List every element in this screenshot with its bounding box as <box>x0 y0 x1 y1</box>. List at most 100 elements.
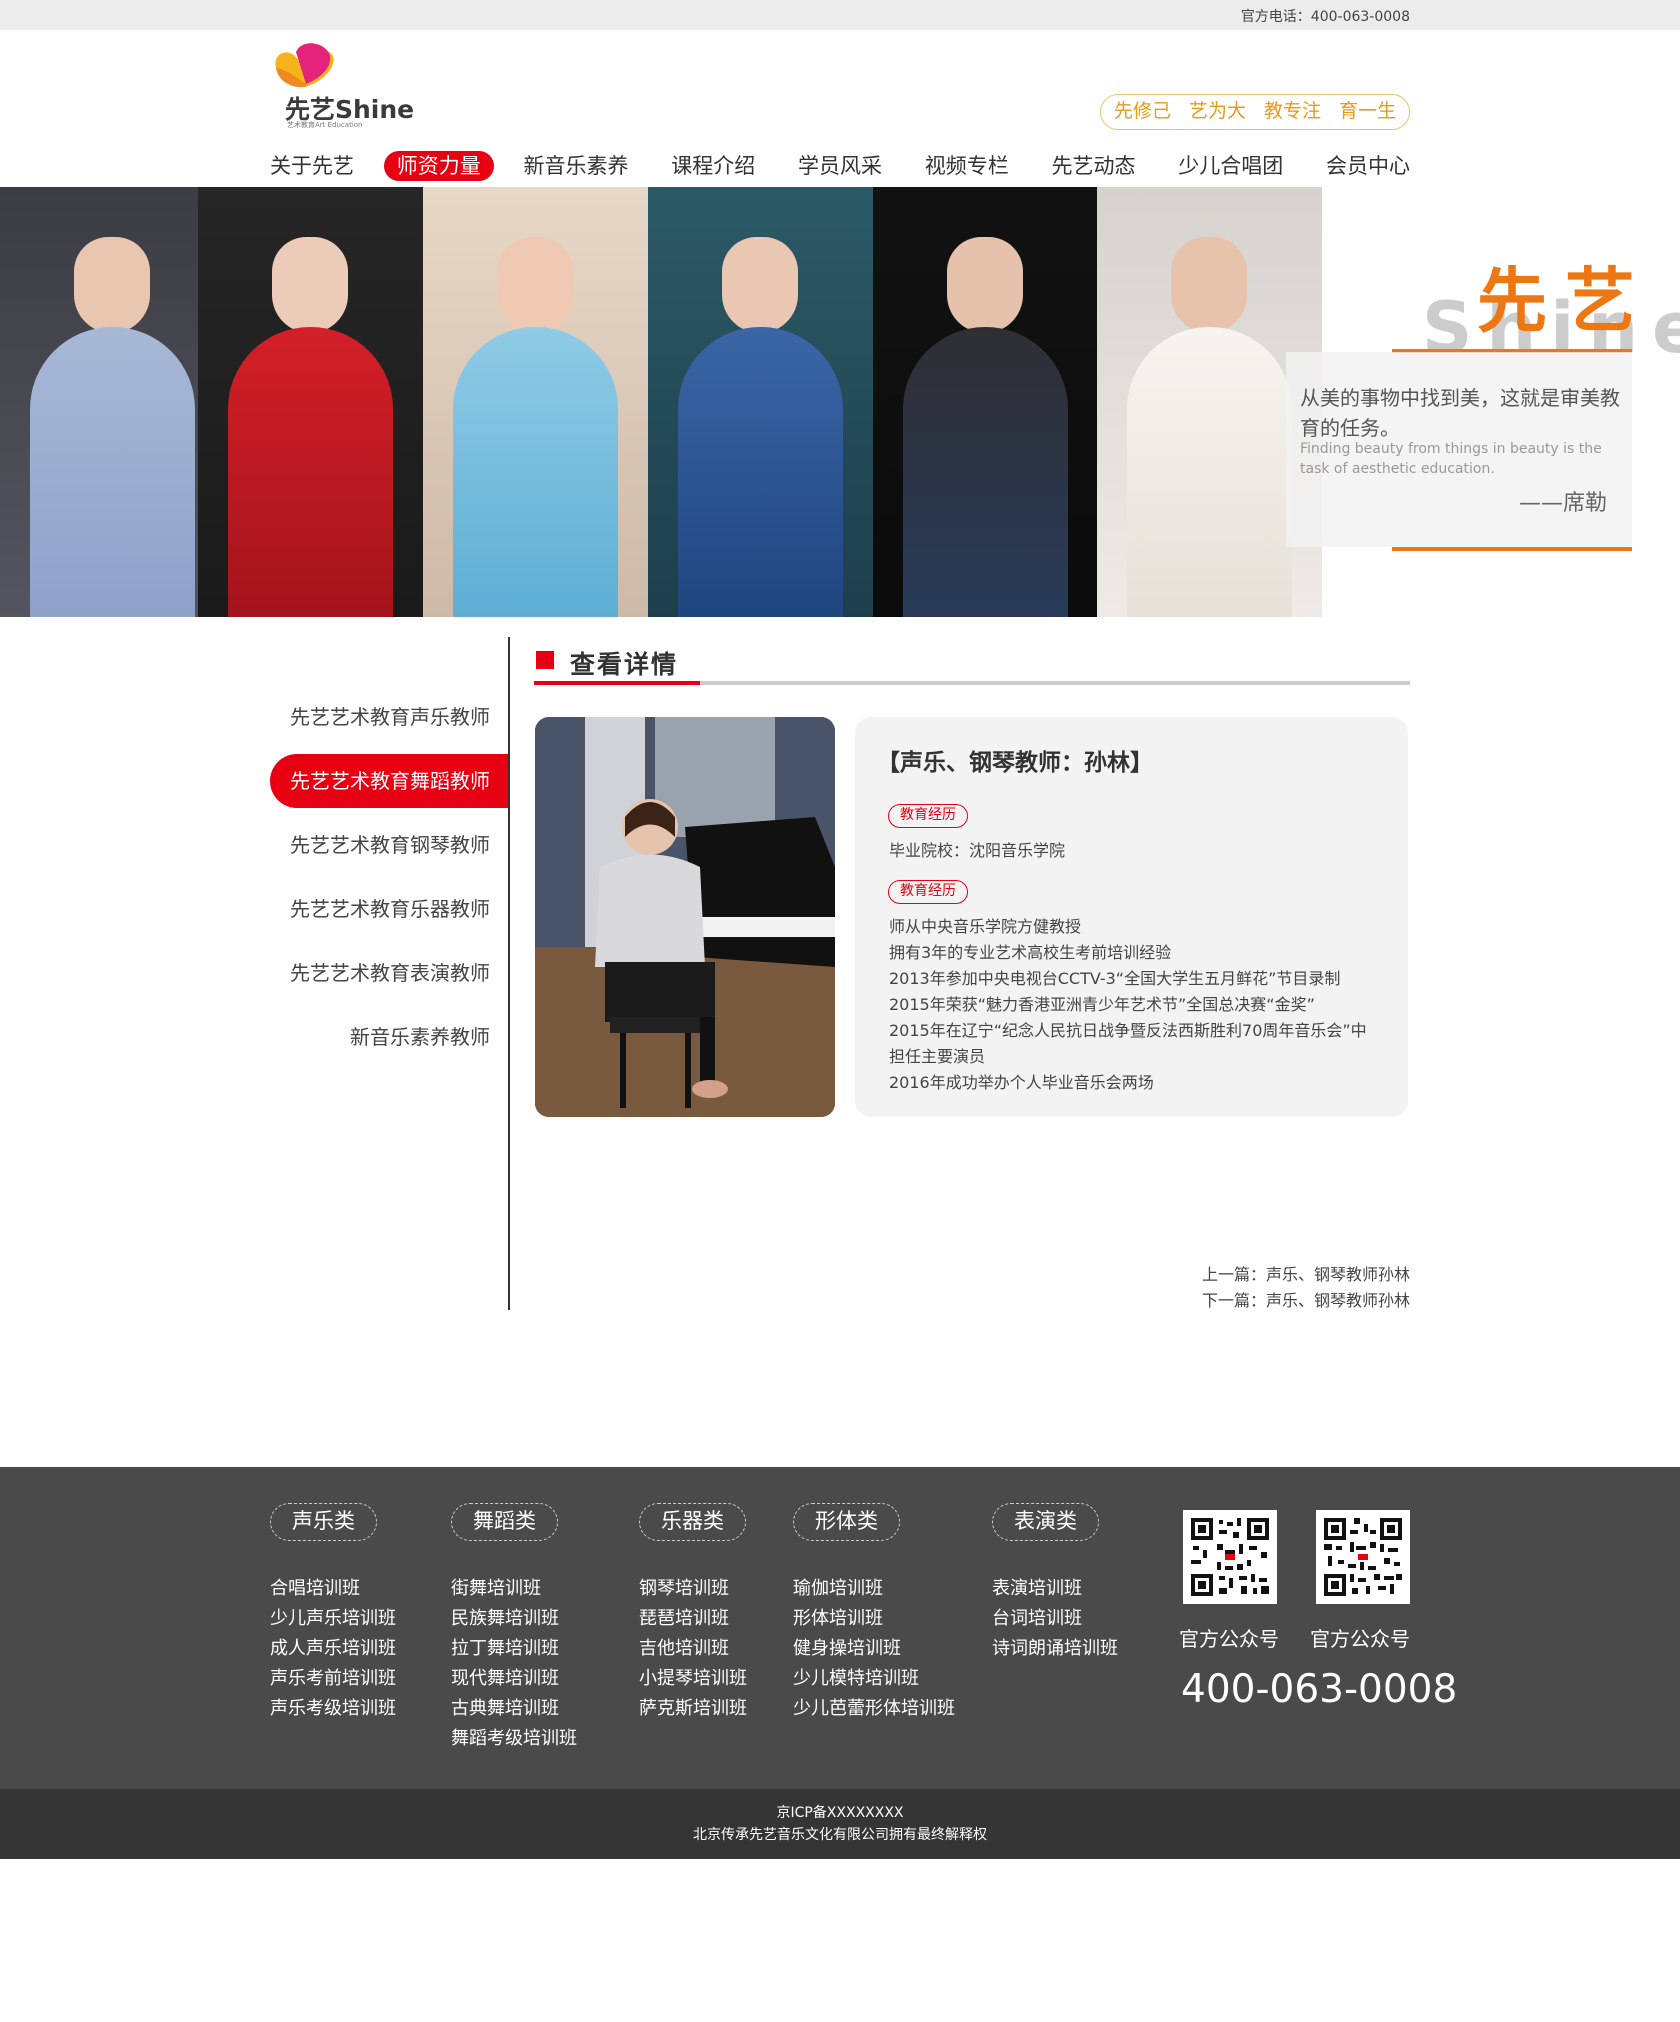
sidebar-item-piano[interactable]: 先艺艺术教育钢琴教师 <box>270 818 508 872</box>
qr-code-icon <box>1183 1510 1277 1604</box>
section-header: 查看详情 <box>534 645 1410 685</box>
footer-link[interactable]: 琵琶培训班 <box>639 1604 747 1634</box>
education-tag-1: 教育经历 <box>888 804 968 828</box>
motto-2: 艺为大 <box>1188 100 1246 122</box>
logo[interactable]: 先艺Shine 艺术教育Art Education <box>268 40 418 130</box>
sidebar-item-vocal[interactable]: 先艺艺术教育声乐教师 <box>270 690 508 744</box>
footer-link[interactable]: 拉丁舞培训班 <box>451 1634 577 1664</box>
footer-link[interactable]: 声乐考级培训班 <box>270 1694 396 1724</box>
sidebar-item-instrument[interactable]: 先艺艺术教育乐器教师 <box>270 882 508 936</box>
logo-mark-icon <box>275 43 334 88</box>
footer-category-dance[interactable]: 舞蹈类 <box>451 1503 558 1541</box>
qr-code-icon <box>1316 1510 1410 1604</box>
footer-link[interactable]: 古典舞培训班 <box>451 1694 577 1724</box>
teacher-at-piano-image <box>535 717 835 1117</box>
footer-phone: 400-063-0008 <box>1181 1667 1458 1712</box>
experience-line: 师从中央音乐学院方健教授 <box>889 917 1082 936</box>
experience-line: 2015年荣获“魅力香港亚洲青少年艺术节”全国总决赛“金奖” <box>889 995 1315 1014</box>
footer-link[interactable]: 表演培训班 <box>992 1574 1118 1604</box>
banner-bottom-rule <box>1392 547 1632 551</box>
footer-link[interactable]: 吉他培训班 <box>639 1634 747 1664</box>
footer-column-dance: 舞蹈类 街舞培训班 民族舞培训班 拉丁舞培训班 现代舞培训班 古典舞培训班 舞蹈… <box>451 1503 577 1754</box>
teacher-photo-2 <box>198 187 423 617</box>
footer-link[interactable]: 形体培训班 <box>793 1604 955 1634</box>
quote-chinese: 从美的事物中找到美，这就是审美教育的任务。 <box>1300 386 1620 440</box>
footer-column-instrument: 乐器类 钢琴培训班 琵琶培训班 吉他培训班 小提琴培训班 萨克斯培训班 <box>639 1503 747 1724</box>
footer-link[interactable]: 声乐考前培训班 <box>270 1664 396 1694</box>
footer-link[interactable]: 少儿模特培训班 <box>793 1664 955 1694</box>
footer-link[interactable]: 成人声乐培训班 <box>270 1634 396 1664</box>
footer-column-vocal: 声乐类 合唱培训班 少儿声乐培训班 成人声乐培训班 声乐考前培训班 声乐考级培训… <box>270 1503 396 1724</box>
nav-videos[interactable]: 视频专栏 <box>912 151 1022 181</box>
footer-link[interactable]: 合唱培训班 <box>270 1574 396 1604</box>
nav-about[interactable]: 关于先艺 <box>270 151 367 181</box>
teacher-school: 毕业院校：沈阳音乐学院 <box>889 841 1066 860</box>
footer-link[interactable]: 台词培训班 <box>992 1604 1118 1634</box>
nav-members[interactable]: 会员中心 <box>1313 151 1410 181</box>
footer-link[interactable]: 少儿声乐培训班 <box>270 1604 396 1634</box>
icp-number: 京ICP备XXXXXXXX <box>776 1805 904 1821</box>
footer-link[interactable]: 瑜伽培训班 <box>793 1574 955 1604</box>
nav-courses[interactable]: 课程介绍 <box>658 151 768 181</box>
quote-author: ——席勒 <box>1519 491 1608 516</box>
logo-subtext: 艺术教育Art Education <box>287 121 363 129</box>
sidebar-item-music-literacy[interactable]: 新音乐素养教师 <box>270 1010 508 1064</box>
footer-column-performance: 表演类 表演培训班 台词培训班 诗词朗诵培训班 <box>992 1503 1118 1664</box>
teacher-photo-3 <box>423 187 648 617</box>
footer-link[interactable]: 街舞培训班 <box>451 1574 577 1604</box>
motto-badge: 先修己 艺为大 教专注 育一生 <box>1100 94 1410 130</box>
footer-link[interactable]: 舞蹈考级培训班 <box>451 1724 577 1754</box>
experience-line: 2015年在辽宁“纪念人民抗日战争暨反法西斯胜利70周年音乐会”中 <box>889 1021 1367 1040</box>
sidebar-item-dance[interactable]: 先艺艺术教育舞蹈教师 <box>270 754 508 808</box>
section-underline-accent <box>534 681 700 685</box>
footer-link[interactable]: 萨克斯培训班 <box>639 1694 747 1724</box>
experience-line: 担任主要演员 <box>889 1047 986 1066</box>
footer-category-vocal[interactable]: 声乐类 <box>270 1503 377 1541</box>
education-tag-2: 教育经历 <box>888 880 968 904</box>
next-article-link[interactable]: 下一篇：声乐、钢琴教师孙林 <box>1000 1288 1410 1314</box>
banner-title: 先艺 <box>1477 260 1653 342</box>
qr-caption-2: 官方公众号 <box>1310 1627 1410 1651</box>
top-bar: 官方电话：400-063-0008 <box>0 0 1680 30</box>
footer-link[interactable]: 健身操培训班 <box>793 1634 955 1664</box>
teacher-name-title: 【声乐、钢琴教师：孙林】 <box>877 750 1153 776</box>
teacher-photo-1 <box>0 187 225 617</box>
nav-faculty[interactable]: 师资力量 <box>383 151 494 181</box>
sidebar-item-performance[interactable]: 先艺艺术教育表演教师 <box>270 946 508 1000</box>
official-phone: 官方电话：400-063-0008 <box>1240 9 1410 25</box>
footer-link[interactable]: 诗词朗诵培训班 <box>992 1634 1118 1664</box>
nav-students[interactable]: 学员风采 <box>785 151 895 181</box>
motto-4: 育一生 <box>1339 100 1397 122</box>
footer-link[interactable]: 民族舞培训班 <box>451 1604 577 1634</box>
teacher-profile-card: 【声乐、钢琴教师：孙林】 教育经历 毕业院校：沈阳音乐学院 教育经历 师从中央音… <box>855 717 1408 1117</box>
footer-category-instrument[interactable]: 乐器类 <box>639 1503 746 1541</box>
teacher-photo-4 <box>648 187 873 617</box>
company-notice: 北京传承先艺音乐文化有限公司拥有最终解释权 <box>693 1827 987 1843</box>
teacher-photo <box>535 717 835 1117</box>
motto-1: 先修己 <box>1113 100 1171 122</box>
experience-line: 2016年成功举办个人毕业音乐会两场 <box>889 1073 1154 1092</box>
copyright-bar: 京ICP备XXXXXXXX 北京传承先艺音乐文化有限公司拥有最终解释权 <box>0 1789 1680 1859</box>
footer-category-body[interactable]: 形体类 <box>793 1503 900 1541</box>
footer-link[interactable]: 钢琴培训班 <box>639 1574 747 1604</box>
nav-choir[interactable]: 少儿合唱团 <box>1165 151 1296 181</box>
sidebar-divider <box>508 637 510 1310</box>
nav-news[interactable]: 先艺动态 <box>1039 151 1149 181</box>
teacher-photo-5 <box>873 187 1098 617</box>
banner-slogan-panel: Shine 先艺 从美的事物中找到美，这就是审美教育的任务。 Finding b… <box>1282 187 1680 617</box>
footer-category-performance[interactable]: 表演类 <box>992 1503 1099 1541</box>
footer-column-body: 形体类 瑜伽培训班 形体培训班 健身操培训班 少儿模特培训班 少儿芭蕾形体培训班 <box>793 1503 955 1724</box>
footer-link[interactable]: 现代舞培训班 <box>451 1664 577 1694</box>
footer-link[interactable]: 少儿芭蕾形体培训班 <box>793 1694 955 1724</box>
nav-music-literacy[interactable]: 新音乐素养 <box>511 151 642 181</box>
prev-article-link[interactable]: 上一篇：声乐、钢琴教师孙林 <box>1000 1262 1410 1288</box>
footer-link[interactable]: 小提琴培训班 <box>639 1664 747 1694</box>
experience-line: 2013年参加中央电视台CCTV-3“全国大学生五月鲜花”节目录制 <box>889 969 1341 988</box>
motto-3: 教专注 <box>1264 100 1322 122</box>
article-pager: 上一篇：声乐、钢琴教师孙林 下一篇：声乐、钢琴教师孙林 <box>1000 1262 1410 1314</box>
main-nav: 关于先艺 师资力量 新音乐素养 课程介绍 学员风采 视频专栏 先艺动态 少儿合唱… <box>270 148 1410 184</box>
teacher-category-sidebar: 先艺艺术教育声乐教师 先艺艺术教育舞蹈教师 先艺艺术教育钢琴教师 先艺艺术教育乐… <box>270 690 508 1074</box>
footer: 声乐类 合唱培训班 少儿声乐培训班 成人声乐培训班 声乐考前培训班 声乐考级培训… <box>0 1467 1680 1789</box>
experience-line: 拥有3年的专业艺术高校生考前培训经验 <box>889 943 1172 962</box>
hero-banner: Shine 先艺 从美的事物中找到美，这就是审美教育的任务。 Finding b… <box>0 187 1680 617</box>
